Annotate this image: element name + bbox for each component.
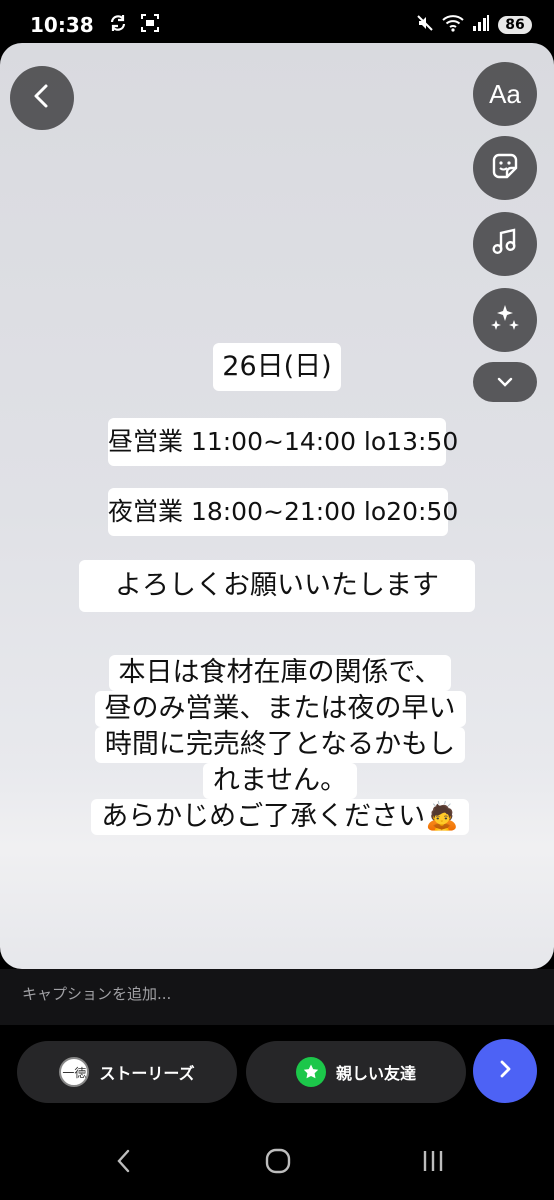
story-notice-text[interactable]: 本日は食材在庫の関係で、 昼のみ営業、または夜の早い 時間に完売終了となるかもし…	[60, 655, 500, 835]
text-tool-label: Aa	[489, 78, 521, 109]
sync-icon	[108, 13, 128, 37]
avatar: 一徳	[59, 1057, 90, 1087]
next-button[interactable]	[473, 1039, 537, 1103]
sticker-icon	[490, 151, 520, 185]
music-icon	[490, 227, 520, 261]
system-nav-bar	[0, 1125, 554, 1200]
story-canvas[interactable]: Aa 26日(日) 昼営業 11:00~14:00 lo13:50 夜営業 18…	[0, 43, 554, 969]
story-greeting-text[interactable]: よろしくお願いいたします	[79, 560, 475, 612]
star-icon	[295, 1057, 326, 1087]
nav-home-button[interactable]	[258, 1143, 298, 1183]
nav-recents-button[interactable]	[413, 1143, 453, 1183]
effects-button[interactable]	[473, 288, 537, 352]
story-date-text[interactable]: 26日(日)	[213, 343, 341, 391]
caption-input[interactable]: キャプションを追加...	[22, 983, 171, 1004]
sticker-button[interactable]	[473, 136, 537, 200]
notice-line: れません。	[202, 763, 358, 799]
text-tool-button[interactable]: Aa	[473, 62, 537, 126]
nav-recents-icon	[420, 1148, 446, 1178]
chevron-right-icon	[495, 1059, 515, 1083]
story-lunch-hours-text[interactable]: 昼営業 11:00~14:00 lo13:50	[108, 418, 458, 466]
effects-icon	[489, 302, 521, 338]
caption-bar: キャプションを追加...	[0, 969, 554, 1025]
nav-back-button[interactable]	[104, 1143, 144, 1183]
stories-label: ストーリーズ	[99, 1064, 195, 1083]
share-to-stories-button[interactable]: 一徳 ストーリーズ	[17, 1041, 237, 1103]
back-button[interactable]	[10, 66, 74, 130]
mute-icon	[416, 14, 434, 36]
chevron-down-icon	[496, 373, 514, 392]
music-button[interactable]	[473, 212, 537, 276]
nav-back-icon	[114, 1148, 134, 1178]
notice-line: 昼のみ営業、または夜の早い	[94, 691, 466, 727]
more-tools-button[interactable]	[473, 362, 537, 402]
status-time: 10:38	[30, 13, 94, 37]
share-bar: 一徳 ストーリーズ 親しい友達	[0, 1025, 554, 1125]
screenshot-icon	[140, 13, 160, 37]
wifi-icon	[442, 14, 464, 36]
close-friends-label: 親しい友達	[335, 1064, 416, 1083]
back-icon	[28, 82, 56, 114]
battery-indicator: 86	[498, 16, 532, 34]
notice-line: 時間に完売終了となるかもし	[94, 727, 466, 763]
signal-icon	[472, 14, 490, 36]
story-dinner-hours-text[interactable]: 夜営業 18:00~21:00 lo20:50	[108, 488, 458, 536]
nav-home-icon	[264, 1147, 292, 1179]
notice-line: あらかじめご了承ください🙇	[91, 799, 469, 835]
notice-line: 本日は食材在庫の関係で、	[108, 655, 452, 691]
share-to-close-friends-button[interactable]: 親しい友達	[246, 1041, 466, 1103]
